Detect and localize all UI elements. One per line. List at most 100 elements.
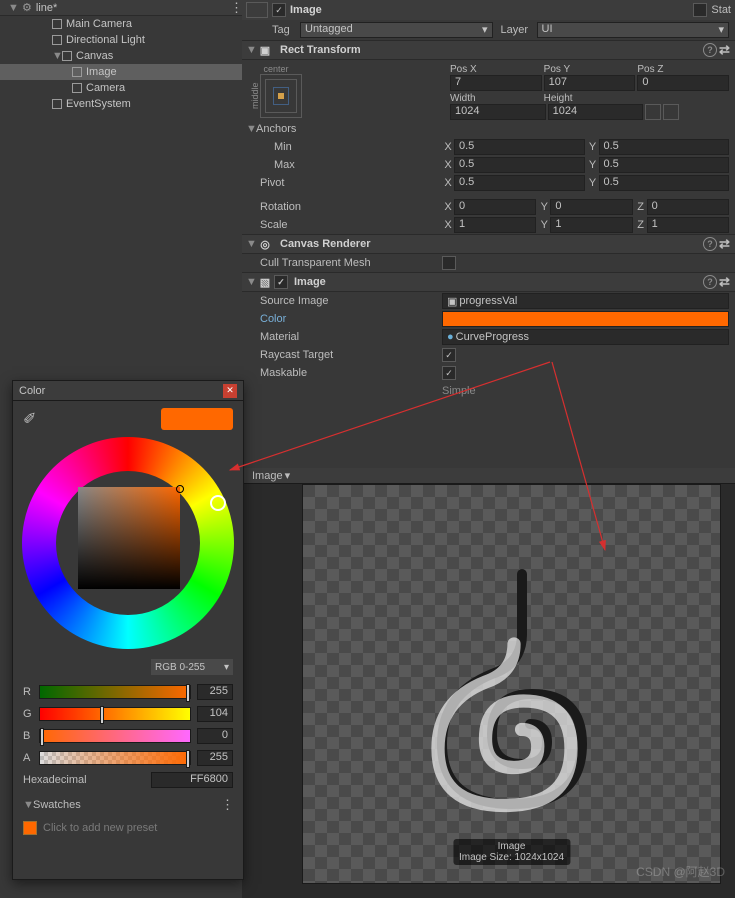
- a-slider[interactable]: [39, 751, 191, 765]
- b-value[interactable]: 0: [197, 728, 233, 744]
- help-icon[interactable]: ?: [703, 43, 717, 57]
- preset-icon[interactable]: ⇄: [719, 42, 731, 58]
- hierarchy-item-eventsystem[interactable]: EventSystem: [0, 96, 242, 112]
- scale-x[interactable]: 1: [454, 217, 536, 233]
- a-value[interactable]: 255: [197, 750, 233, 766]
- rot-y[interactable]: 0: [550, 199, 632, 215]
- a-slider-row: A 255: [13, 747, 243, 769]
- active-checkbox[interactable]: ✓: [272, 3, 286, 17]
- raw-edit-icon[interactable]: [663, 104, 679, 120]
- rect-transform-header[interactable]: ▼ ▣ Rect Transform ? ⇄: [242, 40, 735, 60]
- color-picker-window: Color ✕ ✐ RGB 0-255▾ R 255 G 104 B 0 A 2…: [12, 380, 244, 880]
- pivot-x[interactable]: 0.5: [454, 175, 585, 191]
- g-slider[interactable]: [39, 707, 191, 721]
- image-icon: ▧: [256, 276, 274, 289]
- anchor-max-y[interactable]: 0.5: [599, 157, 730, 173]
- g-slider-row: G 104: [13, 703, 243, 725]
- rect-anchor-preset-row: center middle Pos XPos YPos Z 71070 Widt…: [242, 60, 735, 120]
- color-window-titlebar[interactable]: Color ✕: [13, 381, 243, 401]
- color-wheel[interactable]: [22, 437, 234, 649]
- rot-x[interactable]: 0: [454, 199, 536, 215]
- layer-dropdown[interactable]: UI▾: [537, 22, 730, 38]
- color-mode-dropdown[interactable]: RGB 0-255▾: [151, 659, 233, 675]
- kebab-icon[interactable]: ⋮: [230, 0, 242, 16]
- maskable-checkbox[interactable]: ✓: [442, 366, 456, 380]
- chevron-down-icon: ▼: [52, 50, 62, 62]
- hierarchy-item-main-camera[interactable]: Main Camera: [0, 16, 242, 32]
- rect-transform-icon: ▣: [256, 44, 274, 57]
- close-icon[interactable]: ✕: [223, 384, 237, 398]
- add-preset-row[interactable]: Click to add new preset: [13, 819, 243, 837]
- anchors-foldout[interactable]: ▼Anchors: [242, 120, 735, 138]
- height-field[interactable]: 1024: [548, 104, 644, 120]
- preview-body: Image Image Size: 1024x1024: [302, 484, 721, 884]
- preview-pane: Image▾ Image Image Size: 1024x1024: [242, 468, 735, 898]
- chevron-down-icon: ▼: [8, 2, 18, 14]
- scale-y[interactable]: 1: [550, 217, 632, 233]
- preset-swatch-icon: [23, 821, 37, 835]
- source-image-field[interactable]: ▣progressVal: [442, 293, 729, 309]
- posy-field[interactable]: 107: [544, 75, 636, 91]
- posz-field[interactable]: 0: [637, 75, 729, 91]
- scene-name: line*: [36, 2, 57, 14]
- raycast-checkbox[interactable]: ✓: [442, 348, 456, 362]
- anchor-preset-button[interactable]: [260, 74, 302, 118]
- sprite-icon: ▣: [447, 295, 457, 308]
- rot-z[interactable]: 0: [647, 199, 729, 215]
- canvas-renderer-header[interactable]: ▼ ◎ Canvas Renderer ? ⇄: [242, 234, 735, 254]
- material-field[interactable]: ●CurveProgress: [442, 329, 729, 345]
- preview-tab[interactable]: Image▾: [242, 468, 735, 484]
- tag-layer-row: Tag Untagged▾ Layer UI▾: [242, 20, 735, 40]
- r-slider-row: R 255: [13, 681, 243, 703]
- color-property-label[interactable]: Color: [246, 313, 442, 325]
- anchor-preset-label-top: center: [250, 64, 302, 74]
- anchor-min-x[interactable]: 0.5: [454, 139, 585, 155]
- anchor-max-x[interactable]: 0.5: [454, 157, 585, 173]
- anchor-min-y[interactable]: 0.5: [599, 139, 730, 155]
- color-swatch[interactable]: [442, 311, 729, 327]
- eyedropper-icon[interactable]: ✐: [23, 409, 36, 429]
- hue-cursor[interactable]: [210, 495, 226, 511]
- sv-box[interactable]: [78, 487, 180, 589]
- swatches-foldout[interactable]: ▼Swatches⋮: [13, 791, 243, 819]
- hierarchy-scene-row[interactable]: ▼ ⚙ line* ⋮: [0, 0, 242, 16]
- tag-label: Tag: [272, 24, 300, 36]
- preset-icon[interactable]: ⇄: [719, 236, 731, 252]
- inspector-header: ✓ Image Stat: [242, 0, 735, 20]
- material-icon: ●: [447, 331, 454, 343]
- current-color-swatch: [161, 408, 233, 430]
- layer-label: Layer: [501, 24, 537, 36]
- kebab-icon[interactable]: ⋮: [221, 797, 233, 813]
- hierarchy-item-image[interactable]: Image: [0, 64, 242, 80]
- r-slider[interactable]: [39, 685, 191, 699]
- tag-dropdown[interactable]: Untagged▾: [300, 22, 493, 38]
- sv-cursor[interactable]: [176, 485, 184, 493]
- preset-icon[interactable]: ⇄: [719, 274, 731, 290]
- image-enabled-checkbox[interactable]: ✓: [274, 275, 288, 289]
- cull-checkbox[interactable]: [442, 256, 456, 270]
- unity-icon: ⚙: [22, 1, 32, 14]
- hex-row: Hexadecimal FF6800: [13, 769, 243, 791]
- posx-field[interactable]: 7: [450, 75, 542, 91]
- gameobject-icon[interactable]: [246, 2, 268, 18]
- hierarchy-item-camera[interactable]: Camera: [0, 80, 242, 96]
- image-component-header[interactable]: ▼ ▧ ✓ Image ? ⇄: [242, 272, 735, 292]
- help-icon[interactable]: ?: [703, 275, 717, 289]
- hierarchy-item-canvas[interactable]: ▼Canvas: [0, 48, 242, 64]
- canvas-renderer-icon: ◎: [256, 238, 274, 251]
- blueprint-mode-icon[interactable]: [645, 104, 661, 120]
- hex-field[interactable]: FF6800: [151, 772, 233, 788]
- watermark: CSDN @阿赵3D: [636, 863, 725, 880]
- width-field[interactable]: 1024: [450, 104, 546, 120]
- gameobject-name[interactable]: Image: [290, 4, 693, 16]
- hierarchy-item-directional-light[interactable]: Directional Light: [0, 32, 242, 48]
- preview-footer: Image Image Size: 1024x1024: [453, 839, 570, 865]
- help-icon[interactable]: ?: [703, 237, 717, 251]
- g-value[interactable]: 104: [197, 706, 233, 722]
- preview-spiral: [362, 534, 662, 834]
- static-checkbox[interactable]: [693, 3, 707, 17]
- pivot-y[interactable]: 0.5: [599, 175, 730, 191]
- r-value[interactable]: 255: [197, 684, 233, 700]
- b-slider[interactable]: [39, 729, 191, 743]
- scale-z[interactable]: 1: [647, 217, 729, 233]
